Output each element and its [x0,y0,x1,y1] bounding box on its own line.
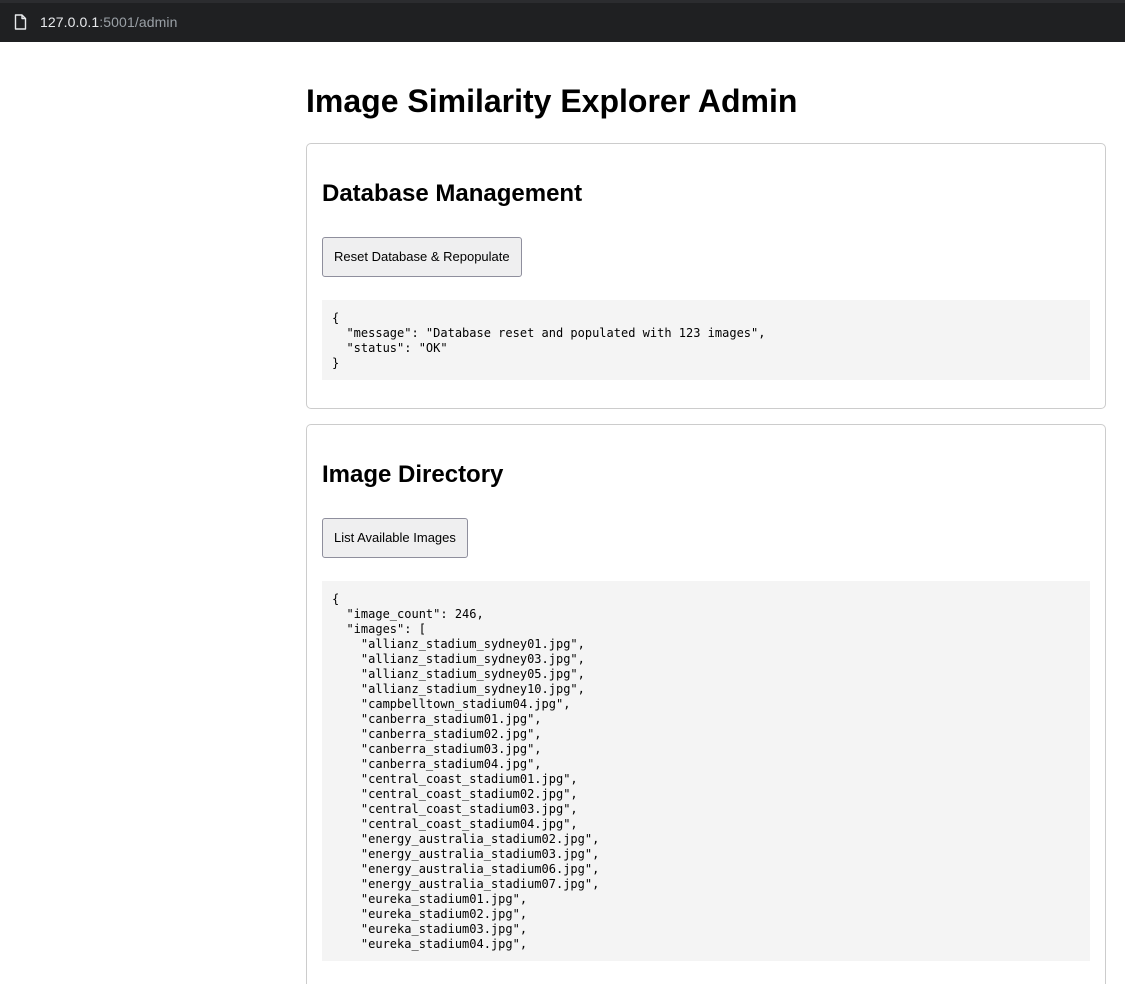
image-list-output[interactable]: { "image_count": 246, "images": [ "allia… [322,581,1090,961]
list-images-button[interactable]: List Available Images [322,518,468,558]
browser-address-bar[interactable]: 127.0.0.1:5001/admin [0,0,1125,42]
url-path: :5001/admin [99,14,178,30]
reset-database-button[interactable]: Reset Database & Repopulate [322,237,522,277]
database-response-output: { "message": "Database reset and populat… [322,300,1090,380]
database-management-heading: Database Management [322,180,583,207]
database-management-section: Database Management Reset Database & Rep… [306,143,1106,409]
page-title: Image Similarity Explorer Admin [306,83,798,119]
page-file-icon [14,14,27,30]
image-directory-heading: Image Directory [322,461,504,488]
url-text[interactable]: 127.0.0.1:5001/admin [40,13,177,31]
url-host: 127.0.0.1 [40,14,100,30]
image-directory-section: Image Directory List Available Images { … [306,424,1106,984]
